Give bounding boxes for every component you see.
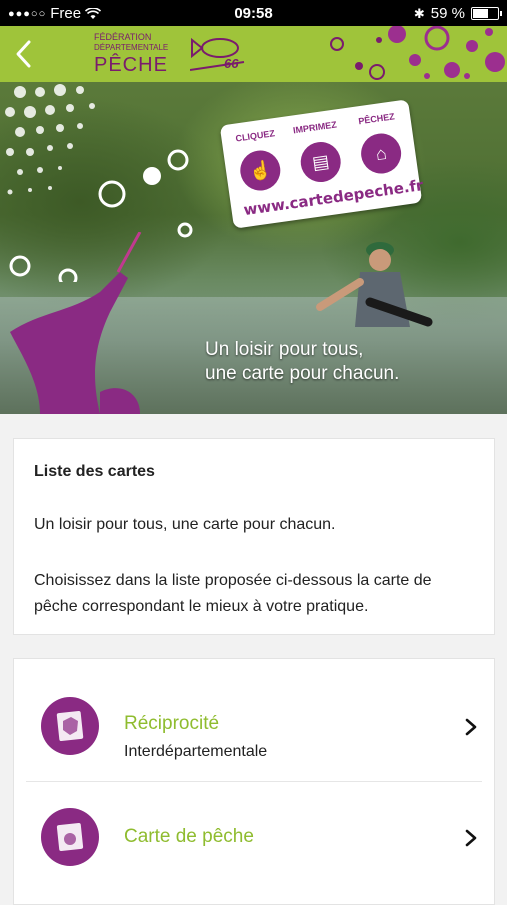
item-subtitle: Interdépartementale: [124, 743, 268, 760]
card-list-title: Liste des cartes: [34, 463, 155, 480]
badge-label-imprimez: IMPRIMEZ: [292, 119, 338, 136]
bluetooth-icon: ✱: [413, 5, 425, 21]
hero-caption-line2: une carte pour chacun.: [205, 363, 400, 384]
card-type-list: Réciprocité Interdépartementale Carte de…: [13, 658, 495, 905]
status-bar: ●●●○○ Free 09:58 ✱ 59 %: [0, 0, 507, 26]
battery-icon: [471, 7, 502, 20]
federation-logo: FÉDÉRATION DÉPARTEMENTALE PÊCHE 66: [92, 30, 252, 78]
hero-caption-line1: Un loisir pour tous,: [205, 339, 364, 360]
angler-silhouette-icon: [10, 232, 142, 414]
logo-line3: PÊCHE: [94, 54, 168, 76]
info-paragraph-1: Un loisir pour tous, une carte pour chac…: [34, 516, 336, 533]
header-dots-decoration: [330, 26, 505, 80]
battery-percentage: 59 %: [430, 5, 465, 22]
info-paragraph-2: Choisissez dans la liste proposée ci-des…: [34, 572, 432, 615]
hero-caption: Un loisir pour tous, une carte pour chac…: [205, 338, 399, 386]
app-header: FÉDÉRATION DÉPARTEMENTALE PÊCHE 66: [0, 26, 507, 82]
logo-line1: FÉDÉRATION: [94, 32, 152, 42]
logo-number: 66: [224, 56, 239, 71]
logo-line2: DÉPARTEMENTALE: [94, 43, 169, 52]
info-card: Liste des cartes Un loisir pour tous, un…: [13, 438, 495, 635]
badge-label-cliquez: CLIQUEZ: [234, 128, 276, 144]
item-title: Carte de pêche: [124, 826, 254, 847]
fisherman-figure: [316, 242, 433, 327]
fishing-card-icon: [41, 808, 99, 866]
france-map-icon: [41, 697, 99, 755]
item-title: Réciprocité: [124, 713, 220, 734]
badge-label-pechez: PÊCHEZ: [357, 111, 396, 127]
printer-icon: ▤: [298, 139, 344, 185]
hero-banner: CLIQUEZ IMPRIMEZ PÊCHEZ ☝ ▤ ⌂ www.carted…: [0, 82, 507, 414]
list-item[interactable]: Réciprocité Interdépartementale: [14, 671, 494, 781]
fishing-boot-icon: ⌂: [358, 130, 404, 177]
list-item[interactable]: Carte de pêche: [14, 782, 494, 892]
chevron-right-icon: [465, 829, 477, 847]
click-hand-icon: ☝: [237, 147, 283, 194]
back-button[interactable]: [10, 36, 40, 72]
chevron-right-icon: [465, 718, 477, 736]
